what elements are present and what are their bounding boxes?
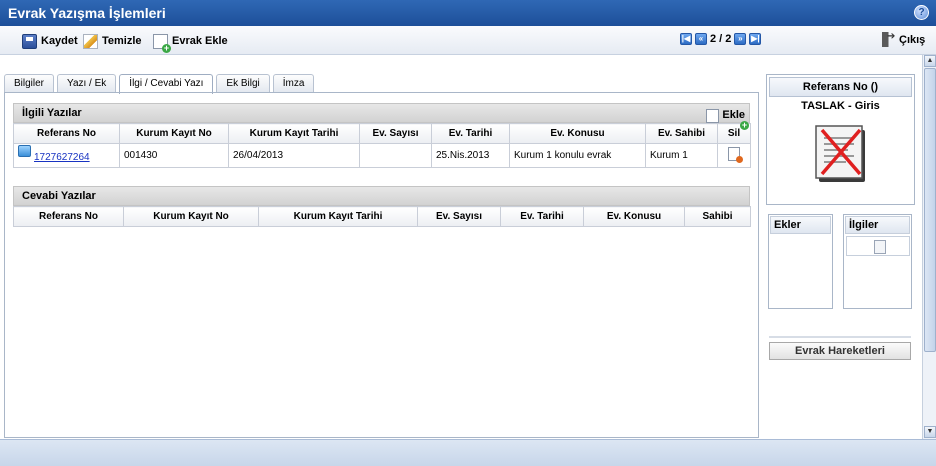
save-icon xyxy=(22,33,37,49)
tab-imza[interactable]: İmza xyxy=(272,74,315,93)
column-header[interactable]: Ev. Tarihi xyxy=(431,123,510,144)
ref-link[interactable]: 1727627264 xyxy=(34,152,90,163)
add-document-label: Evrak Ekle xyxy=(172,35,228,47)
scroll-up-icon[interactable]: ▲ xyxy=(924,55,936,67)
ev-tarihi-cell: 25.Nis.2013 xyxy=(431,143,510,168)
column-header[interactable]: Ev. Konusu xyxy=(509,123,646,144)
exit-icon xyxy=(882,31,896,47)
ev-sahibi-cell: Kurum 1 xyxy=(645,143,718,168)
ilgili-yazilar-header: İlgili Yazılar Ekle xyxy=(13,103,750,123)
delete-cell xyxy=(717,143,751,168)
reference-title: Referans No () xyxy=(769,77,912,97)
clear-label: Temizle xyxy=(102,35,142,47)
ilgili-yazilar-section: İlgili Yazılar Ekle Referans No Kurum Ka… xyxy=(13,103,751,168)
reference-panel: Referans No () TASLAK - Giris xyxy=(766,74,915,205)
column-header[interactable]: Kurum Kayıt No xyxy=(119,123,229,144)
ilgili-yazilar-table: Referans No Kurum Kayıt No Kurum Kayıt T… xyxy=(13,123,751,168)
help-icon[interactable]: ? xyxy=(914,5,929,20)
ilgiler-title: İlgiler xyxy=(845,216,910,234)
main-content: Bilgiler Yazı / Ek İlgi / Cevabi Yazı Ek… xyxy=(0,55,922,439)
evrak-hareketleri-button[interactable]: Evrak Hareketleri xyxy=(769,342,911,360)
table-header-row: Referans No Kurum Kayıt No Kurum Kayıt T… xyxy=(13,123,751,144)
page-indicator: 2 / 2 xyxy=(710,33,732,45)
column-header[interactable]: Referans No xyxy=(13,206,124,227)
exit-label: Çıkış xyxy=(899,33,926,46)
add-icon xyxy=(706,108,720,123)
ilgili-yazilar-title: İlgili Yazılar xyxy=(22,107,82,119)
first-page-icon[interactable]: |◀ xyxy=(680,33,692,45)
ev-konusu-cell: Kurum 1 konulu evrak xyxy=(509,143,646,168)
column-header[interactable]: Kurum Kayıt Tarihi xyxy=(228,123,360,144)
window-title: Evrak Yazışma İşlemleri xyxy=(8,5,166,21)
add-document-icon xyxy=(153,33,171,53)
delete-icon[interactable] xyxy=(728,147,743,163)
ev-sayisi-cell xyxy=(359,143,432,168)
column-header[interactable]: Referans No xyxy=(13,123,120,144)
ekler-title: Ekler xyxy=(770,216,831,234)
toolbar: Kaydet Temizle Evrak Ekle |◀ « 2 / 2 » ▶… xyxy=(0,26,936,55)
column-header[interactable]: Ev. Tarihi xyxy=(500,206,584,227)
cevabi-yazilar-header: Cevabi Yazılar xyxy=(13,186,750,206)
kurum-kayit-no-cell: 001430 xyxy=(119,143,229,168)
column-header[interactable]: Ev. Sahibi xyxy=(645,123,718,144)
ilgiler-panel: İlgiler xyxy=(843,214,912,309)
scroll-down-icon[interactable]: ▼ xyxy=(924,426,936,438)
divider xyxy=(769,336,911,338)
scroll-thumb[interactable] xyxy=(924,68,936,352)
ekle-button[interactable]: Ekle xyxy=(706,106,745,125)
column-header[interactable]: Sahibi xyxy=(684,206,751,227)
ref-cell: 1727627264 xyxy=(13,143,120,168)
tab-bar: Bilgiler Yazı / Ek İlgi / Cevabi Yazı Ek… xyxy=(4,74,317,94)
tab-yazi-ek[interactable]: Yazı / Ek xyxy=(57,74,117,93)
reference-icon[interactable] xyxy=(18,144,31,157)
reference-status: TASLAK - Giris xyxy=(801,100,880,112)
clear-icon xyxy=(83,33,98,49)
cevabi-yazilar-title: Cevabi Yazılar xyxy=(22,190,96,202)
tab-bilgiler[interactable]: Bilgiler xyxy=(4,74,55,93)
title-bar: Evrak Yazışma İşlemleri ? xyxy=(0,0,936,26)
tab-ilgi-cevabi-yazi[interactable]: İlgi / Cevabi Yazı xyxy=(119,74,214,94)
pager: |◀ « 2 / 2 » ▶| xyxy=(680,33,762,45)
document-cancelled-icon xyxy=(815,125,865,182)
column-header[interactable]: Kurum Kayıt No xyxy=(123,206,259,227)
clear-button[interactable]: Temizle xyxy=(83,32,142,50)
ekler-panel: Ekler xyxy=(768,214,833,309)
kurum-kayit-tarihi-cell: 26/04/2013 xyxy=(228,143,360,168)
status-bar xyxy=(0,439,936,466)
column-header[interactable]: Kurum Kayıt Tarihi xyxy=(258,206,418,227)
save-button[interactable]: Kaydet xyxy=(22,32,78,50)
cevabi-yazilar-section: Cevabi Yazılar Referans No Kurum Kayıt N… xyxy=(13,186,751,227)
cevabi-yazilar-table: Referans No Kurum Kayıt No Kurum Kayıt T… xyxy=(13,206,751,227)
add-document-button[interactable]: Evrak Ekle xyxy=(153,32,228,53)
last-page-icon[interactable]: ▶| xyxy=(749,33,762,45)
tab-panel: İlgili Yazılar Ekle Referans No Kurum Ka… xyxy=(4,92,759,438)
vertical-scrollbar[interactable]: ▲ ▼ xyxy=(922,55,936,439)
prev-page-icon[interactable]: « xyxy=(695,33,707,45)
search-icon[interactable] xyxy=(846,236,910,256)
column-header[interactable]: Ev. Sayısı xyxy=(359,123,432,144)
exit-button[interactable]: Çıkış xyxy=(882,31,926,47)
table-header-row: Referans No Kurum Kayıt No Kurum Kayıt T… xyxy=(13,206,751,227)
column-header[interactable]: Ev. Sayısı xyxy=(417,206,501,227)
column-header[interactable]: Ev. Konusu xyxy=(583,206,685,227)
next-page-icon[interactable]: » xyxy=(734,33,747,45)
save-label: Kaydet xyxy=(41,35,78,47)
tab-ek-bilgi[interactable]: Ek Bilgi xyxy=(216,74,270,93)
table-row[interactable]: 1727627264 001430 26/04/2013 25.Nis.2013… xyxy=(13,143,751,168)
